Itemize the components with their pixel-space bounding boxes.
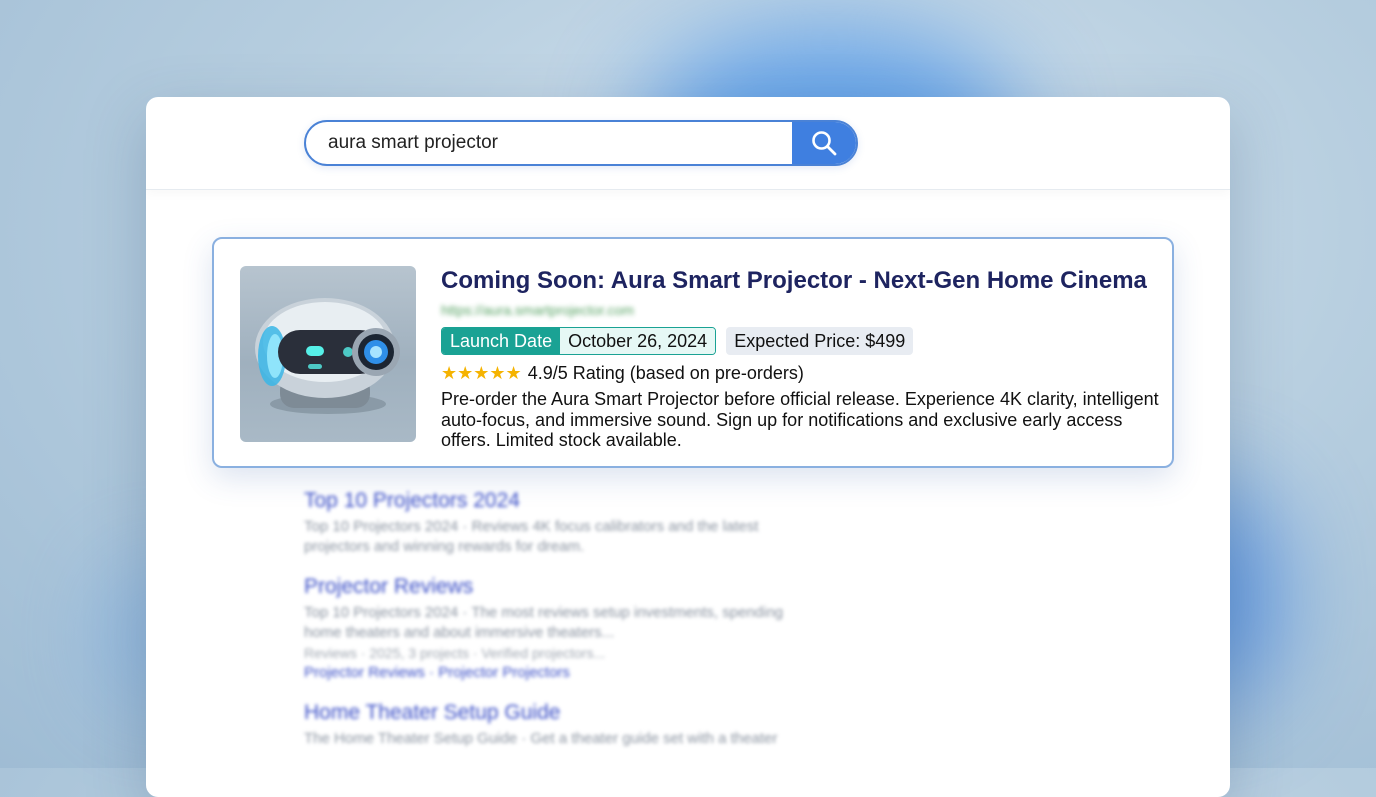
launch-date-label: Launch Date [442, 328, 561, 354]
result-sitelinks[interactable]: Projector Reviews · Projector Projectors [304, 663, 824, 683]
result-meta: Reviews · 2025, 3 projects · Verified pr… [304, 645, 606, 661]
rating-row: ★★★★★ 4.9/5 Rating (based on pre-orders) [441, 363, 804, 384]
badge-row: Launch Date October 26, 2024 Expected Pr… [441, 327, 914, 355]
result-title[interactable]: Projector Reviews [304, 575, 824, 599]
product-image[interactable] [240, 266, 416, 442]
other-results: Top 10 Projectors 2024 Top 10 Projectors… [304, 489, 824, 767]
search-input[interactable] [306, 122, 792, 164]
search-result: Projector Reviews Top 10 Projectors 2024… [304, 575, 824, 683]
search-button[interactable] [792, 122, 856, 164]
search-icon [812, 131, 837, 156]
search-header [146, 97, 1230, 190]
featured-result-card: Coming Soon: Aura Smart Projector - Next… [212, 237, 1174, 468]
price-badge: Expected Price: $499 [726, 327, 914, 355]
result-title[interactable]: Top 10 Projectors 2024 [304, 489, 824, 513]
result-description: Pre-order the Aura Smart Projector befor… [441, 389, 1159, 450]
browser-window: Coming Soon: Aura Smart Projector - Next… [146, 97, 1230, 797]
launch-date-badge: Launch Date October 26, 2024 [441, 327, 717, 355]
star-rating-icon: ★★★★★ [441, 363, 522, 383]
launch-date-value: October 26, 2024 [560, 328, 716, 354]
result-title[interactable]: Coming Soon: Aura Smart Projector - Next… [441, 267, 1147, 295]
rating-text: 4.9/5 Rating (based on pre-orders) [527, 363, 804, 383]
result-url[interactable]: https://aura.smartprojector.com [441, 302, 634, 318]
result-snippet: Top 10 Projectors 2024 · The most review… [304, 604, 784, 641]
result-snippet: Top 10 Projectors 2024 · Reviews 4K focu… [304, 518, 759, 555]
search-result: Home Theater Setup Guide The Home Theate… [304, 701, 824, 749]
search-bar [304, 120, 858, 166]
result-snippet: The Home Theater Setup Guide · Get a the… [304, 730, 778, 747]
result-title[interactable]: Home Theater Setup Guide [304, 701, 824, 725]
search-result: Top 10 Projectors 2024 Top 10 Projectors… [304, 489, 824, 557]
